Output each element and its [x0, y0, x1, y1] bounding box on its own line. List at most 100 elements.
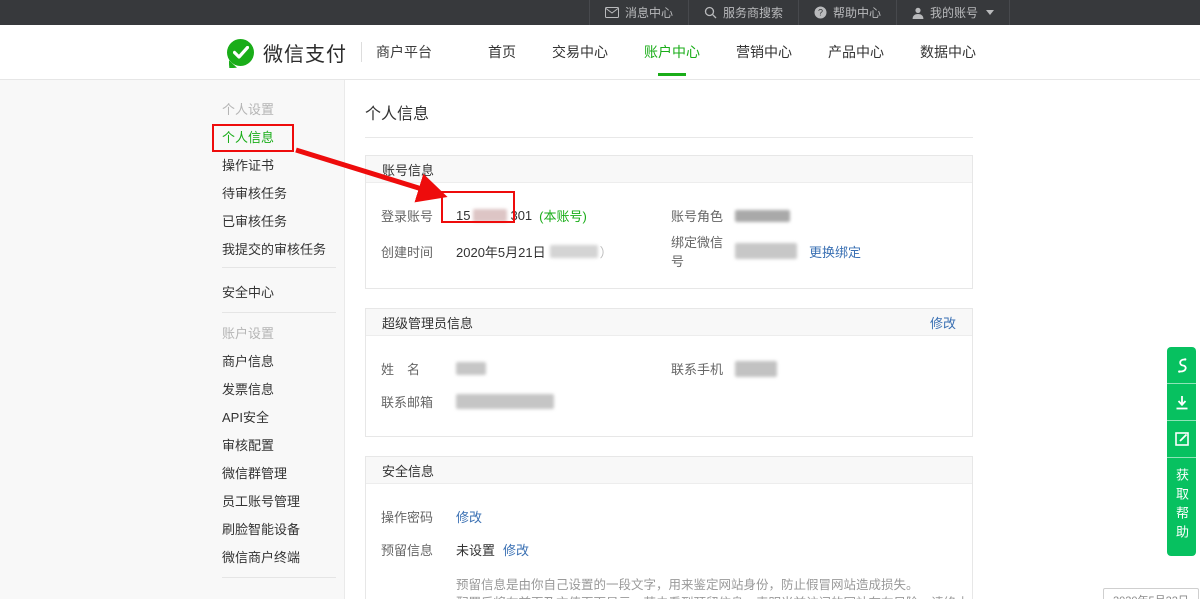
sidebar-menu-security: 安全中心 — [0, 277, 344, 305]
brand-subtitle: 商户平台 — [376, 42, 432, 62]
redacted-admin-email — [456, 394, 554, 409]
operation-password-label: 操作密码 — [381, 507, 456, 526]
sidebar-divider — [222, 267, 336, 268]
current-account-tag: (本账号) — [539, 206, 587, 225]
sidebar-menu: 个人设置 个人信息 操作证书 待审核任务 已审核任务 我提交的审核任务 — [0, 94, 344, 262]
account-info-body: 登录账号 15 301 (本账号) 账号角色 — [366, 183, 972, 288]
sidebar-item-merchant-info[interactable]: 商户信息 — [222, 346, 344, 374]
download-button[interactable] — [1167, 384, 1196, 421]
redacted-account-role — [735, 210, 790, 222]
help-line: 预留信息是由你自己设置的一段文字，用来鉴定网站身份，防止假冒网站造成损失。 — [456, 576, 972, 594]
sidebar-item-operation-certificate[interactable]: 操作证书 — [222, 150, 344, 178]
topbar: 消息中心 服务商搜索 ? 帮助中心 我的账号 — [0, 0, 1200, 25]
chevron-down-icon — [986, 10, 994, 15]
svg-text:?: ? — [818, 8, 823, 18]
sidebar-item-reviewed-tasks[interactable]: 已审核任务 — [222, 206, 344, 234]
topbar-provider-search[interactable]: 服务商搜索 — [688, 0, 798, 25]
download-icon — [1175, 395, 1189, 410]
wechat-pay-logo-icon — [227, 39, 254, 66]
sidebar-item-wechat-merchant-terminal[interactable]: 微信商户终端 — [222, 542, 344, 570]
table-row: 联系邮箱 — [366, 385, 972, 418]
topbar-item-label: 消息中心 — [625, 4, 673, 21]
redacted-created-time — [550, 245, 598, 258]
section-title: 账号信息 — [382, 160, 434, 179]
sidebar-item-review-config[interactable]: 审核配置 — [222, 430, 344, 458]
sidebar-item-pending-review-tasks[interactable]: 待审核任务 — [222, 178, 344, 206]
brand-divider — [361, 42, 362, 62]
password-edit-link[interactable]: 修改 — [456, 507, 482, 526]
sidebar-item-my-submitted-tasks[interactable]: 我提交的审核任务 — [222, 234, 344, 262]
topbar-my-account[interactable]: 我的账号 — [896, 0, 1010, 25]
get-help-button[interactable]: 获取帮助 — [1167, 458, 1196, 556]
sidebar-item-api-security[interactable]: API安全 — [222, 402, 344, 430]
topbar-item-label: 服务商搜索 — [723, 4, 783, 21]
bound-wechat-cell: 绑定微信号 更换绑定 — [656, 232, 861, 270]
nav-data-center[interactable]: 数据中心 — [918, 38, 978, 66]
nav-marketing-center[interactable]: 营销中心 — [734, 38, 794, 66]
created-date-text: 2020年5月21日 — [456, 242, 546, 261]
redacted-admin-name — [456, 362, 486, 375]
account-role-label: 账号角色 — [671, 206, 735, 225]
sidebar-item-personal-info[interactable]: 个人信息 — [222, 122, 344, 150]
floating-help-widget: 获取帮助 — [1167, 347, 1196, 556]
edit-icon — [1175, 432, 1189, 446]
sidebar: 个人设置 个人信息 操作证书 待审核任务 已审核任务 我提交的审核任务 安全中心… — [0, 80, 345, 599]
sidebar-item-staff-account-mgmt[interactable]: 员工账号管理 — [222, 486, 344, 514]
link-icon — [1175, 357, 1188, 374]
topbar-help-center[interactable]: ? 帮助中心 — [798, 0, 896, 25]
reserved-info-cell: 预留信息 未设置 修改 — [366, 540, 529, 559]
admin-email-cell: 联系邮箱 — [366, 392, 554, 411]
login-account-label: 登录账号 — [381, 206, 456, 225]
nav-home[interactable]: 首页 — [486, 38, 518, 66]
created-time-value: 2020年5月21日 ） — [456, 242, 613, 261]
main-nav: 首页 交易中心 账户中心 营销中心 产品中心 数据中心 — [486, 38, 978, 66]
sidebar-item-face-smart-device[interactable]: 刷脸智能设备 — [222, 514, 344, 542]
redacted-login-number — [473, 209, 507, 222]
wechat-pay-merchant-page: 消息中心 服务商搜索 ? 帮助中心 我的账号 — [0, 0, 1200, 599]
operation-password-cell: 操作密码 修改 — [366, 507, 482, 526]
admin-email-label: 联系邮箱 — [381, 392, 456, 411]
topbar-message-center[interactable]: 消息中心 — [589, 0, 688, 25]
table-row: 创建时间 2020年5月21日 ） 绑定微信号 更换绑定 — [366, 232, 972, 270]
sidebar-divider — [222, 577, 336, 578]
rebind-link[interactable]: 更换绑定 — [809, 242, 861, 261]
account-info-header: 账号信息 — [366, 156, 972, 183]
reserved-info-status: 未设置 — [456, 540, 495, 559]
brand-name: 微信支付 — [263, 38, 347, 67]
super-admin-body: 姓 名 联系手机 联系邮箱 — [366, 336, 972, 436]
topbar-item-label: 帮助中心 — [833, 4, 881, 21]
table-row: 操作密码 修改 — [366, 500, 972, 533]
main-content: 个人信息 账号信息 登录账号 15 301 — [345, 80, 1200, 599]
admin-edit-link[interactable]: 修改 — [930, 313, 956, 332]
reserved-info-help: 预留信息是由你自己设置的一段文字，用来鉴定网站身份，防止假冒网站造成损失。 配置… — [456, 576, 972, 599]
feedback-button[interactable] — [1167, 421, 1196, 458]
section-title: 超级管理员信息 — [382, 313, 473, 332]
sidebar-divider — [222, 312, 336, 313]
admin-name-cell: 姓 名 — [366, 359, 656, 378]
date-badge: 2020年5月22日 — [1103, 588, 1199, 599]
security-info-header: 安全信息 — [366, 457, 972, 484]
created-time-label: 创建时间 — [381, 242, 456, 261]
nav-account-center[interactable]: 账户中心 — [642, 38, 702, 66]
nav-transaction-center[interactable]: 交易中心 — [550, 38, 610, 66]
page-title: 个人信息 — [365, 100, 1200, 124]
reserved-edit-link[interactable]: 修改 — [503, 540, 529, 559]
login-number-prefix: 15 — [456, 208, 470, 223]
mail-icon — [605, 7, 619, 18]
service-link-button[interactable] — [1167, 347, 1196, 384]
sidebar-item-invoice-info[interactable]: 发票信息 — [222, 374, 344, 402]
sidebar-item-wechat-group-mgmt[interactable]: 微信群管理 — [222, 458, 344, 486]
security-info-section: 安全信息 操作密码 修改 预留信息 未设置 修改 — [365, 456, 973, 599]
title-divider — [365, 137, 973, 138]
help-line: 配置后将在首页及充值页面显示。若未看到预留信息，表明当前访问的网站存在风险，请终… — [456, 594, 972, 599]
question-circle-icon: ? — [814, 6, 827, 19]
search-icon — [704, 6, 717, 19]
sidebar-item-security-center[interactable]: 安全中心 — [222, 277, 344, 305]
sidebar-group-personal-settings: 个人设置 — [222, 94, 344, 122]
nav-product-center[interactable]: 产品中心 — [826, 38, 886, 66]
admin-phone-label: 联系手机 — [671, 359, 735, 378]
created-time-paren: ） — [600, 242, 613, 261]
sidebar-menu-account: 账户设置 商户信息 发票信息 API安全 审核配置 微信群管理 员工账号管理 刷… — [0, 318, 344, 570]
redacted-admin-phone — [735, 361, 777, 377]
login-number-suffix: 301 — [510, 208, 532, 223]
